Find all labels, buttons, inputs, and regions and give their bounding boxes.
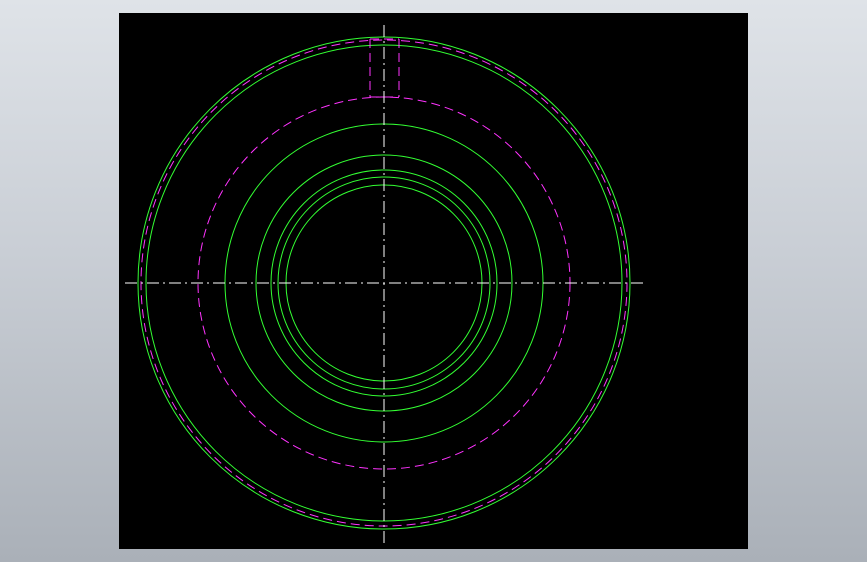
centerlines <box>125 25 643 543</box>
cad-drawing <box>125 25 643 543</box>
cad-viewport[interactable] <box>119 13 748 549</box>
